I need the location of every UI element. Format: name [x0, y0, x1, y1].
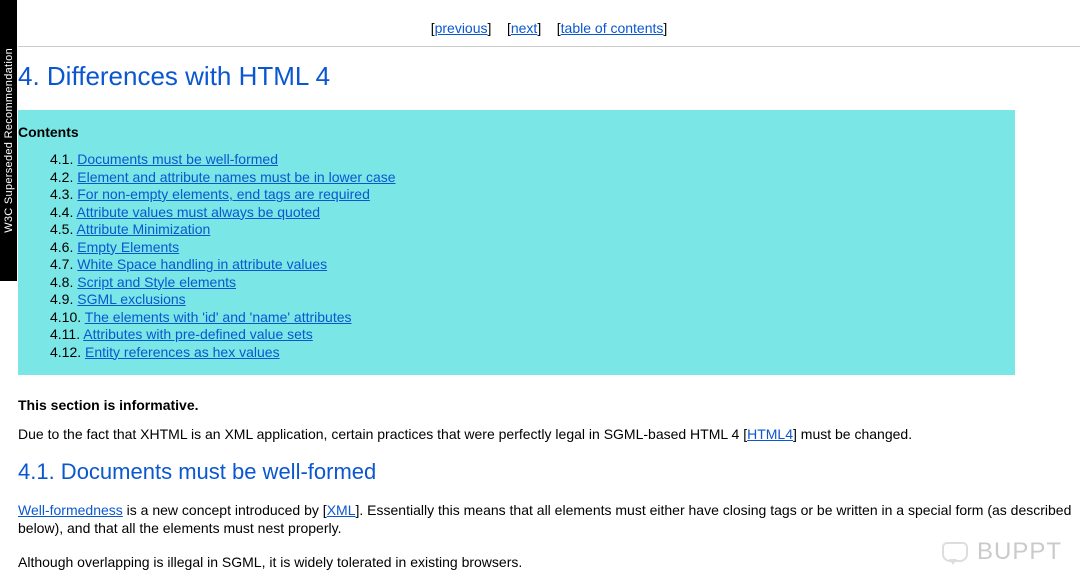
toc-item-link[interactable]: Entity references as hex values	[85, 344, 280, 360]
toc-item-link[interactable]: Element and attribute names must be in l…	[77, 169, 395, 185]
toc-item: 4.9. SGML exclusions	[50, 291, 1005, 308]
watermark: BUPPT	[939, 538, 1062, 566]
toc-link[interactable]: table of contents	[561, 20, 664, 36]
next-link[interactable]: next	[511, 20, 537, 36]
toc-item-num: 4.10.	[50, 309, 81, 325]
intro-pre: Due to the fact that XHTML is an XML app…	[18, 426, 747, 442]
horizontal-rule	[18, 46, 1080, 47]
prev-link[interactable]: previous	[435, 20, 488, 36]
page-title: 4. Differences with HTML 4	[18, 61, 1080, 92]
intro-post: ] must be changed.	[793, 426, 912, 442]
toc-item-link[interactable]: The elements with 'id' and 'name' attrib…	[85, 309, 352, 325]
toc-item: 4.1. Documents must be well-formed	[50, 151, 1005, 168]
toc-item: 4.11. Attributes with pre-defined value …	[50, 326, 1005, 343]
top-navigation: [previous] [next] [table of contents]	[18, 0, 1080, 46]
toc-item-link[interactable]: Empty Elements	[77, 239, 179, 255]
toc-item: 4.2. Element and attribute names must be…	[50, 169, 1005, 186]
toc-item-num: 4.7.	[50, 256, 73, 272]
toc-item: 4.6. Empty Elements	[50, 239, 1005, 256]
intro-paragraph: Due to the fact that XHTML is an XML app…	[18, 425, 1080, 443]
toc-item: 4.12. Entity references as hex values	[50, 344, 1005, 361]
toc-item-link[interactable]: Attribute values must always be quoted	[76, 204, 320, 220]
toc-item-num: 4.4.	[50, 204, 73, 220]
toc-item-num: 4.12.	[50, 344, 81, 360]
overlapping-paragraph: Although overlapping is illegal in SGML,…	[18, 553, 1080, 571]
toc-item-num: 4.6.	[50, 239, 73, 255]
text-span: is a new concept introduced by [	[123, 502, 327, 518]
toc-item-num: 4.2.	[50, 169, 73, 185]
toc-item-link[interactable]: White Space handling in attribute values	[77, 256, 327, 272]
toc-item-num: 4.8.	[50, 274, 73, 290]
toc-item: 4.8. Script and Style elements	[50, 274, 1005, 291]
toc-item: 4.5. Attribute Minimization	[50, 221, 1005, 238]
wellformedness-link[interactable]: Well-formedness	[18, 502, 123, 518]
wellformed-paragraph: Well-formedness is a new concept introdu…	[18, 501, 1080, 537]
chat-bubble-icon	[939, 539, 969, 565]
toc-item-num: 4.9.	[50, 291, 73, 307]
toc-item-link[interactable]: Script and Style elements	[77, 274, 236, 290]
toc-item-link[interactable]: Documents must be well-formed	[77, 151, 278, 167]
toc-item-link[interactable]: Attribute Minimization	[76, 221, 210, 237]
watermark-text: BUPPT	[977, 538, 1062, 566]
status-banner: W3C Superseded Recommendation	[0, 0, 17, 281]
informative-note: This section is informative.	[18, 397, 1080, 413]
xml-ref-link[interactable]: XML	[327, 502, 356, 518]
toc-item-link[interactable]: Attributes with pre-defined value sets	[83, 326, 313, 342]
toc-item-link[interactable]: SGML exclusions	[77, 291, 185, 307]
html4-ref-link[interactable]: HTML4	[747, 426, 793, 442]
bracket: ]	[663, 20, 667, 36]
status-banner-text: W3C Superseded Recommendation	[3, 48, 15, 233]
toc-item: 4.3. For non-empty elements, end tags ar…	[50, 186, 1005, 203]
toc-heading: Contents	[18, 124, 1005, 140]
page-content: [previous] [next] [table of contents] 4.…	[18, 0, 1080, 588]
toc-item: 4.7. White Space handling in attribute v…	[50, 256, 1005, 273]
toc-list: 4.1. Documents must be well-formed 4.2. …	[18, 151, 1005, 361]
toc-item-num: 4.1.	[50, 151, 73, 167]
bracket: ]	[488, 20, 492, 36]
section-title-4-1: 4.1. Documents must be well-formed	[18, 459, 1080, 485]
bracket: ]	[537, 20, 541, 36]
toc-item-num: 4.5.	[50, 221, 73, 237]
toc-item-link[interactable]: For non-empty elements, end tags are req…	[77, 186, 370, 202]
toc-item-num: 4.11.	[50, 326, 80, 342]
toc-item: 4.10. The elements with 'id' and 'name' …	[50, 309, 1005, 326]
toc-item: 4.4. Attribute values must always be quo…	[50, 204, 1005, 221]
table-of-contents: Contents 4.1. Documents must be well-for…	[18, 110, 1015, 375]
toc-item-num: 4.3.	[50, 186, 73, 202]
